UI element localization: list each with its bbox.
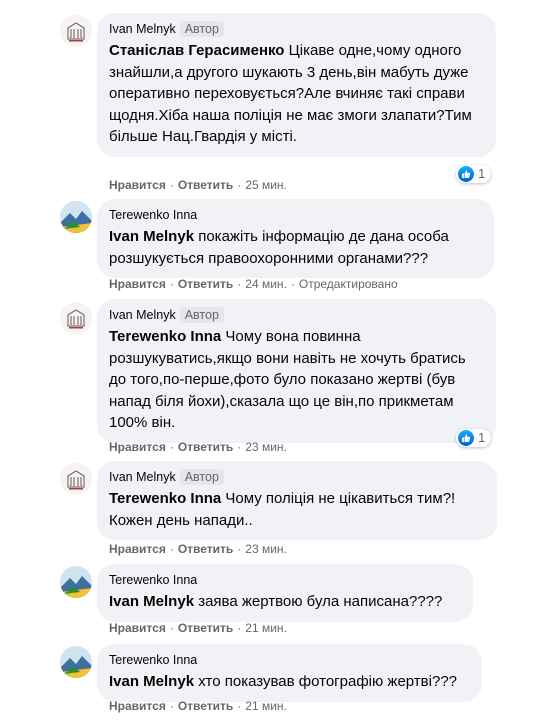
separator-dot: · <box>237 277 242 291</box>
separator-dot: · <box>169 621 174 635</box>
separator-dot: · <box>237 178 242 192</box>
separator-dot: · <box>169 277 174 291</box>
author-name[interactable]: Terewenko Inna <box>109 653 197 667</box>
separator-dot: · <box>237 542 242 556</box>
building-logo-icon <box>60 302 92 334</box>
comment-actions: Нравится · Ответить · 21 мин. <box>109 620 287 636</box>
mention-link[interactable]: Ivan Melnyk <box>109 593 194 610</box>
reaction-count: 1 <box>478 166 486 181</box>
reply-button[interactable]: Ответить <box>178 621 233 635</box>
timestamp[interactable]: 24 мин. <box>245 277 287 291</box>
comment-actions: Нравится · Ответить · 23 мин. <box>109 439 287 455</box>
comment-text: Terewenko Inna Чому поліція не цікавитьс… <box>109 488 485 531</box>
mention-link[interactable]: Terewenko Inna <box>109 490 221 507</box>
comment-actions: Нравится · Ответить · 24 мин. · Отредактирован… <box>109 276 398 292</box>
author-line: Ivan Melnyk Автор <box>109 307 484 323</box>
avatar[interactable] <box>60 15 92 47</box>
reply-button[interactable]: Ответить <box>178 178 233 192</box>
comment-bubble: Ivan Melnyk Автор Станіслав Герасименко Ц… <box>97 13 496 157</box>
comment-bubble: Ivan Melnyk Автор Terewenko Inna Чому вон… <box>97 299 496 443</box>
building-logo-icon <box>60 15 92 47</box>
separator-dot: · <box>169 542 174 556</box>
comment-actions: Нравится · Ответить · 21 мин. <box>109 698 287 714</box>
comment-text: Terewenko Inna Чому вона повинна розшуку… <box>109 326 484 434</box>
thumbs-up-icon <box>458 430 474 446</box>
reply-button[interactable]: Ответить <box>178 699 233 713</box>
separator-dot: · <box>237 699 242 713</box>
author-badge: Автор <box>179 21 224 37</box>
author-name[interactable]: Terewenko Inna <box>109 208 197 222</box>
mention-link[interactable]: Terewenko Inna <box>109 328 221 345</box>
author-name[interactable]: Terewenko Inna <box>109 573 197 587</box>
like-button[interactable]: Нравится <box>109 178 166 192</box>
author-badge: Автор <box>179 469 224 485</box>
avatar[interactable] <box>60 463 92 495</box>
timestamp[interactable]: 23 мин. <box>245 542 287 556</box>
mention-link[interactable]: Ivan Melnyk <box>109 673 194 690</box>
reply-button[interactable]: Ответить <box>178 440 233 454</box>
separator-dot: · <box>169 178 174 192</box>
thumbs-up-icon <box>458 166 474 182</box>
comment-text: Ivan Melnyk покажіть інформацію де дана … <box>109 226 482 269</box>
mention-link[interactable]: Ivan Melnyk <box>109 228 194 245</box>
comment-body: хто показував фотографію жертві??? <box>194 673 458 690</box>
landscape-photo-icon <box>60 201 92 233</box>
like-button[interactable]: Нравится <box>109 440 166 454</box>
author-line: Ivan Melnyk Автор <box>109 21 484 37</box>
reaction-count-badge[interactable]: 1 <box>456 165 492 183</box>
timestamp[interactable]: 21 мин. <box>245 699 287 713</box>
like-button[interactable]: Нравится <box>109 621 166 635</box>
comment-bubble: Terewenko Inna Ivan Melnyk покажіть інфо… <box>97 199 494 278</box>
comment-text: Ivan Melnyk заява жертвою була написана?… <box>109 591 461 613</box>
avatar[interactable] <box>60 566 92 598</box>
separator-dot: · <box>290 277 295 291</box>
landscape-photo-icon <box>60 566 92 598</box>
like-button[interactable]: Нравится <box>109 542 166 556</box>
reply-button[interactable]: Ответить <box>178 542 233 556</box>
avatar[interactable] <box>60 302 92 334</box>
like-button[interactable]: Нравится <box>109 699 166 713</box>
reply-button[interactable]: Ответить <box>178 277 233 291</box>
landscape-photo-icon <box>60 646 92 678</box>
mention-link[interactable]: Станіслав Герасименко <box>109 42 284 59</box>
author-line: Ivan Melnyk Автор <box>109 469 485 485</box>
avatar[interactable] <box>60 646 92 678</box>
author-line: Terewenko Inna <box>109 207 482 223</box>
separator-dot: · <box>237 621 242 635</box>
reaction-count-badge[interactable]: 1 <box>456 429 492 447</box>
author-name[interactable]: Ivan Melnyk <box>109 470 176 484</box>
avatar[interactable] <box>60 201 92 233</box>
author-line: Terewenko Inna <box>109 652 470 668</box>
like-button[interactable]: Нравится <box>109 277 166 291</box>
comment-text: Станіслав Герасименко Цікаве одне,чому о… <box>109 40 484 148</box>
timestamp[interactable]: 21 мин. <box>245 621 287 635</box>
timestamp[interactable]: 23 мин. <box>245 440 287 454</box>
comment-actions: Нравится · Ответить · 25 мин. <box>109 177 287 193</box>
comment-bubble: Terewenko Inna Ivan Melnyk заява жертвою… <box>97 564 473 622</box>
comment-text: Ivan Melnyk хто показував фотографію жер… <box>109 671 470 693</box>
comment-body: заява жертвою була написана???? <box>194 593 443 610</box>
separator-dot: · <box>169 699 174 713</box>
separator-dot: · <box>237 440 242 454</box>
reaction-count: 1 <box>478 430 486 445</box>
author-name[interactable]: Ivan Melnyk <box>109 308 176 322</box>
edited-label: Отредактировано <box>298 277 398 291</box>
comment-actions: Нравится · Ответить · 23 мин. <box>109 541 287 557</box>
separator-dot: · <box>169 440 174 454</box>
comment-bubble: Ivan Melnyk Автор Terewenko Inna Чому пол… <box>97 461 497 540</box>
author-badge: Автор <box>179 307 224 323</box>
timestamp[interactable]: 25 мин. <box>245 178 287 192</box>
author-name[interactable]: Ivan Melnyk <box>109 22 176 36</box>
comment-bubble: Terewenko Inna Ivan Melnyk хто показував… <box>97 644 482 702</box>
building-logo-icon <box>60 463 92 495</box>
author-line: Terewenko Inna <box>109 572 461 588</box>
